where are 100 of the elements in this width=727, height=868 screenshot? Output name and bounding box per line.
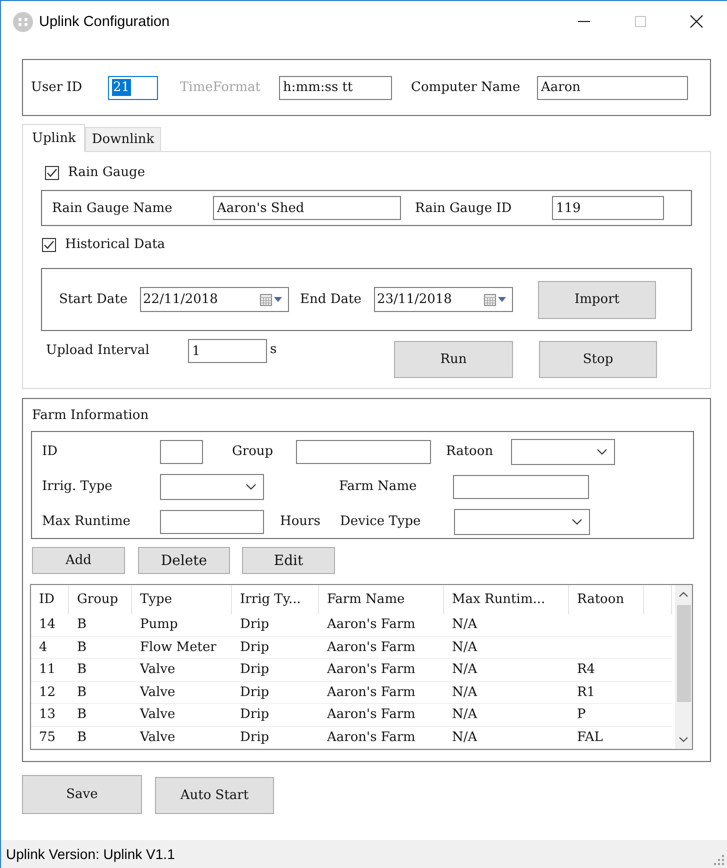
tab[interactable]: Downlink: [84, 127, 162, 151]
field-label: Irrig. Type: [42, 479, 114, 494]
table-cell-text: B: [76, 616, 88, 634]
table-cell-text: Aaron's Farm: [326, 661, 416, 680]
column-header[interactable]: Type: [132, 585, 232, 614]
checkbox[interactable]: [45, 166, 59, 180]
table-cell-text: N/A: [451, 706, 478, 724]
window-title: Uplink Configuration: [39, 14, 170, 30]
table-cell-text: Drip: [239, 728, 270, 747]
delete-button[interactable]: Delete: [138, 547, 230, 574]
tab[interactable]: Uplink: [22, 124, 85, 152]
field-value: Aaron: [541, 80, 581, 95]
table-cell-text: N/A: [451, 638, 478, 657]
selected-text: 21: [112, 79, 131, 96]
resize-grip-icon[interactable]: [713, 854, 724, 865]
save-button[interactable]: Save: [22, 775, 142, 814]
checkbox-label: Rain Gauge: [68, 165, 146, 180]
text-field[interactable]: [296, 440, 431, 464]
unit-label: s: [270, 342, 278, 357]
date-picker[interactable]: 23/11/2018: [374, 287, 513, 312]
table-cell-text: N/A: [451, 616, 478, 634]
column-header[interactable]: Irrig Ty...: [232, 585, 319, 614]
chevron-down-icon: [597, 448, 607, 454]
run-button[interactable]: Run: [394, 341, 513, 378]
table-cell-text: 13: [38, 706, 57, 724]
table-cell-text: 14: [38, 616, 57, 634]
checkbox[interactable]: [42, 238, 56, 252]
dropdown[interactable]: [454, 508, 590, 534]
column-header[interactable]: Group: [69, 585, 132, 614]
table-cell-text: 4: [38, 638, 48, 657]
chevron-up-icon[interactable]: [679, 592, 688, 597]
caret-down-icon: [498, 297, 506, 302]
text-field[interactable]: Aaron's Shed: [213, 196, 401, 220]
status-text: Uplink Version: Uplink V1.1: [6, 846, 175, 862]
table-cell-text: B: [76, 706, 88, 724]
table-cell-text: B: [76, 684, 88, 702]
text-field[interactable]: Aaron: [537, 76, 688, 100]
calendar-icon: [484, 294, 496, 306]
column-header[interactable]: Max Runtim...: [444, 585, 569, 614]
table-cell-text: R1: [576, 684, 596, 702]
table-cell-text: Aaron's Farm: [326, 706, 416, 724]
field-label: TimeFormat: [180, 80, 262, 95]
table-cell-text: N/A: [451, 661, 478, 680]
table-cell-text: P: [576, 706, 587, 724]
field-value: h:mm:ss tt: [283, 80, 353, 95]
column-header[interactable]: Farm Name: [319, 585, 444, 614]
table-cell-text: Flow Meter: [139, 638, 218, 657]
text-field[interactable]: [453, 474, 589, 498]
text-field[interactable]: 21: [108, 76, 158, 100]
table-cell-text: Valve: [138, 728, 176, 747]
group-title: Farm Information: [32, 407, 149, 425]
table-cell-text: Drip: [239, 684, 270, 702]
table-cell-text: 12: [38, 684, 57, 702]
field-label: End Date: [300, 292, 362, 307]
stop-button[interactable]: Stop: [539, 341, 657, 378]
table-cell-text: Drip: [239, 616, 270, 634]
table-cell-text: B: [76, 661, 88, 680]
field-label: Start Date: [59, 292, 129, 307]
table-cell-text: Aaron's Farm: [326, 638, 416, 657]
table-cell-text: B: [76, 638, 88, 657]
column-header[interactable]: Ratoon: [569, 585, 644, 614]
caret-down-icon: [274, 297, 282, 302]
text-field[interactable]: [160, 510, 264, 534]
table-cell-text: 75: [38, 728, 57, 747]
field-label: ID: [42, 444, 59, 459]
dropdown[interactable]: [160, 474, 264, 500]
scrollbar-thumb[interactable]: [676, 605, 690, 702]
auto-start-button[interactable]: Auto Start: [155, 777, 274, 814]
text-field[interactable]: [160, 440, 203, 464]
field-label: Ratoon: [446, 444, 494, 459]
field-label: Rain Gauge Name: [52, 200, 174, 216]
date-picker[interactable]: 22/11/2018: [140, 287, 289, 312]
add-button[interactable]: Add: [32, 547, 125, 574]
scrollbar[interactable]: [675, 585, 692, 749]
close-icon: [690, 15, 702, 28]
table-cell-text: Aaron's Farm: [326, 616, 416, 634]
table-cell-text: B: [76, 728, 88, 747]
chevron-down-icon[interactable]: [679, 737, 688, 742]
table-cell-text: 11: [38, 661, 57, 680]
minimize-icon: [578, 21, 590, 22]
table-cell-text: Aaron's Farm: [326, 684, 416, 702]
text-field[interactable]: 119: [552, 196, 664, 220]
calendar-icon: [260, 294, 272, 306]
field-label: Max Runtime: [42, 514, 132, 529]
column-header[interactable]: ID: [31, 585, 69, 614]
table-cell-text: N/A: [451, 728, 478, 747]
text-field[interactable]: h:mm:ss tt: [279, 76, 392, 100]
field-label: User ID: [31, 80, 84, 95]
dropdown[interactable]: [511, 438, 615, 464]
chevron-down-icon: [246, 484, 256, 490]
checkbox-label: Historical Data: [65, 237, 166, 252]
table-cell-text: Aaron's Farm: [326, 728, 416, 747]
table-cell-text: Valve: [138, 684, 176, 702]
unit-label: Hours: [280, 514, 322, 529]
table-cell-text: N/A: [451, 684, 478, 702]
table-cell-text: Drip: [239, 661, 270, 680]
import-button[interactable]: Import: [538, 280, 656, 318]
text-field[interactable]: 1: [188, 339, 267, 363]
app-icon: [13, 12, 33, 32]
edit-button[interactable]: Edit: [242, 547, 335, 574]
